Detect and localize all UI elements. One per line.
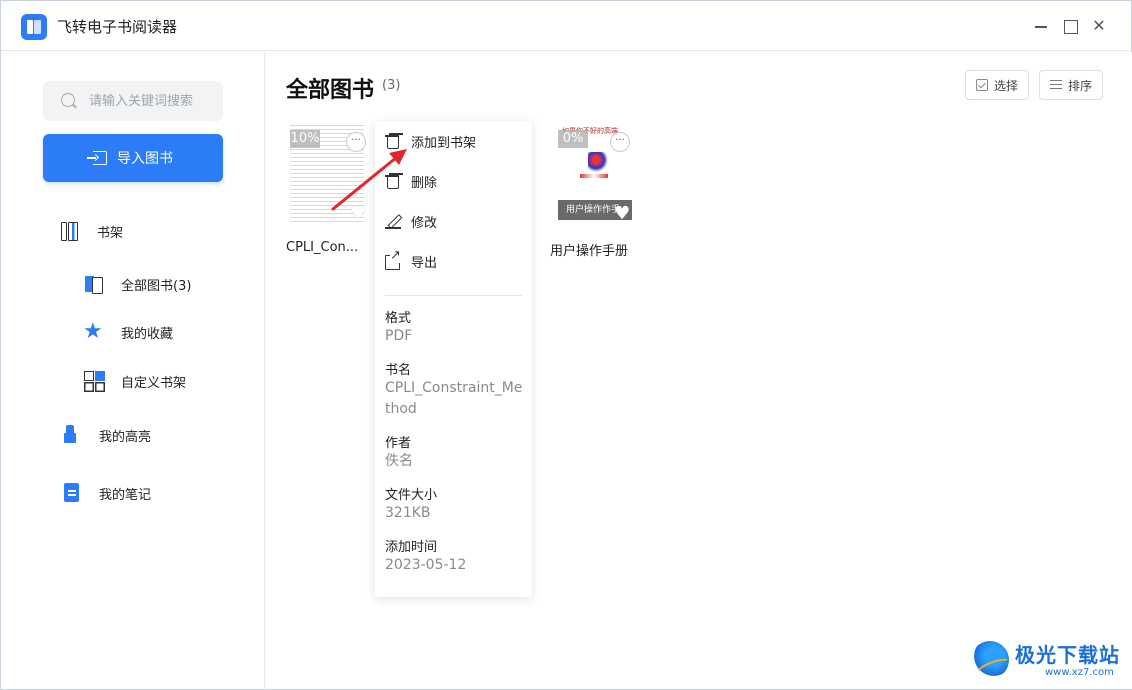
info-value-author: 佚名 bbox=[385, 453, 413, 469]
sidebar-item-label: 自定义书架 bbox=[121, 375, 187, 391]
title-bar: 飞转电子书阅读器 ✕ bbox=[1, 1, 1131, 51]
favorite-star-icon bbox=[83, 319, 105, 344]
trash-icon bbox=[385, 173, 401, 189]
sort-icon bbox=[1050, 80, 1062, 90]
app-logo-icon bbox=[21, 14, 47, 40]
sidebar-item-custom-shelf[interactable]: 自定义书架 bbox=[83, 370, 186, 392]
progress-badge: 0% bbox=[558, 130, 588, 148]
sidebar-item-bookshelf[interactable]: 书架 bbox=[59, 220, 123, 242]
maximize-icon[interactable] bbox=[1058, 14, 1082, 38]
sidebar-item-favorites[interactable]: 我的收藏 bbox=[83, 319, 174, 344]
menu-item-label: 添加到书架 bbox=[411, 135, 477, 151]
info-label-format: 格式 bbox=[385, 311, 412, 326]
sidebar-item-label: 书架 bbox=[97, 225, 124, 241]
search-input[interactable] bbox=[89, 81, 219, 121]
close-icon[interactable]: ✕ bbox=[1087, 14, 1111, 38]
info-value-title: CPLI_Constraint_Method bbox=[385, 380, 523, 417]
bookshelf-icon bbox=[59, 220, 81, 242]
sidebar: 导入图书 书架 全部图书(3) 我的收藏 自定义书架 我的高亮 我的笔记 bbox=[1, 52, 265, 689]
info-label-size: 文件大小 bbox=[385, 488, 438, 503]
search-icon bbox=[61, 93, 75, 107]
menu-item-add-to-shelf[interactable]: 添加到书架 bbox=[385, 129, 522, 153]
book-context-menu: 添加到书架 删除 修改 导出 格式 PDF 书名 CPLI_Constraint… bbox=[375, 121, 532, 597]
cover-decoration bbox=[580, 174, 608, 178]
import-book-button[interactable]: 导入图书 bbox=[43, 134, 223, 182]
select-label: 选择 bbox=[994, 78, 1019, 93]
app-window: 飞转电子书阅读器 ✕ 导入图书 书架 全部图书(3) 我的收藏 自定义书架 bbox=[0, 0, 1132, 690]
info-value-added-time: 2023-05-12 bbox=[385, 557, 467, 573]
menu-item-label: 导出 bbox=[411, 255, 438, 271]
minimize-icon[interactable] bbox=[1029, 14, 1053, 38]
book-title[interactable]: 用户操作手册 bbox=[550, 240, 628, 259]
sidebar-item-label: 全部图书(3) bbox=[121, 278, 192, 294]
sidebar-item-label: 我的高亮 bbox=[99, 429, 152, 445]
menu-divider bbox=[385, 295, 522, 296]
watermark: 极光下载站 www.xz7.com bbox=[971, 635, 1131, 685]
sidebar-item-all-books[interactable]: 全部图书(3) bbox=[83, 273, 191, 295]
all-books-icon bbox=[83, 273, 105, 295]
cover-image bbox=[588, 152, 608, 172]
sidebar-item-highlights[interactable]: 我的高亮 bbox=[61, 424, 151, 446]
watermark-text: 极光下载站 bbox=[1015, 643, 1120, 667]
app-title: 飞转电子书阅读器 bbox=[57, 18, 178, 36]
checkbox-icon bbox=[976, 79, 988, 91]
watermark-url: www.xz7.com bbox=[1045, 667, 1114, 678]
more-options-icon[interactable]: ··· bbox=[610, 132, 630, 152]
page-title: 全部图书 bbox=[286, 78, 375, 103]
sort-button[interactable]: 排序 bbox=[1039, 70, 1103, 100]
info-value-size: 321KB bbox=[385, 505, 431, 521]
highlighter-icon bbox=[61, 424, 83, 446]
menu-item-label: 删除 bbox=[411, 175, 438, 191]
menu-item-delete[interactable]: 删除 bbox=[385, 169, 522, 193]
book-title[interactable]: CPLI_Con... bbox=[286, 240, 358, 255]
export-icon bbox=[385, 249, 401, 270]
sidebar-item-label: 我的笔记 bbox=[99, 487, 152, 503]
info-label-added-time: 添加时间 bbox=[385, 540, 438, 555]
trash-icon bbox=[385, 133, 401, 149]
select-button[interactable]: 选择 bbox=[965, 70, 1029, 100]
info-label-author: 作者 bbox=[385, 436, 412, 451]
edit-pencil-icon bbox=[385, 213, 401, 229]
menu-item-export[interactable]: 导出 bbox=[385, 249, 522, 273]
menu-item-label: 修改 bbox=[411, 215, 438, 231]
menu-item-edit[interactable]: 修改 bbox=[385, 209, 522, 233]
notebook-icon bbox=[61, 482, 83, 504]
sidebar-item-label: 我的收藏 bbox=[121, 326, 174, 342]
more-options-icon[interactable]: ··· bbox=[346, 132, 366, 152]
watermark-logo-icon bbox=[971, 641, 1009, 679]
sidebar-item-notes[interactable]: 我的笔记 bbox=[61, 482, 151, 504]
info-value-format: PDF bbox=[385, 328, 413, 344]
search-box[interactable] bbox=[43, 81, 223, 121]
heart-icon[interactable]: ♥ bbox=[350, 205, 368, 223]
progress-badge: 10% bbox=[290, 130, 320, 148]
custom-shelf-grid-icon bbox=[83, 370, 105, 392]
import-book-label: 导入图书 bbox=[117, 151, 173, 167]
import-icon bbox=[87, 151, 107, 165]
book-count: (3) bbox=[382, 78, 401, 93]
sort-label: 排序 bbox=[1068, 78, 1093, 93]
info-label-title: 书名 bbox=[385, 363, 412, 378]
heart-icon[interactable]: ♥ bbox=[614, 205, 632, 223]
